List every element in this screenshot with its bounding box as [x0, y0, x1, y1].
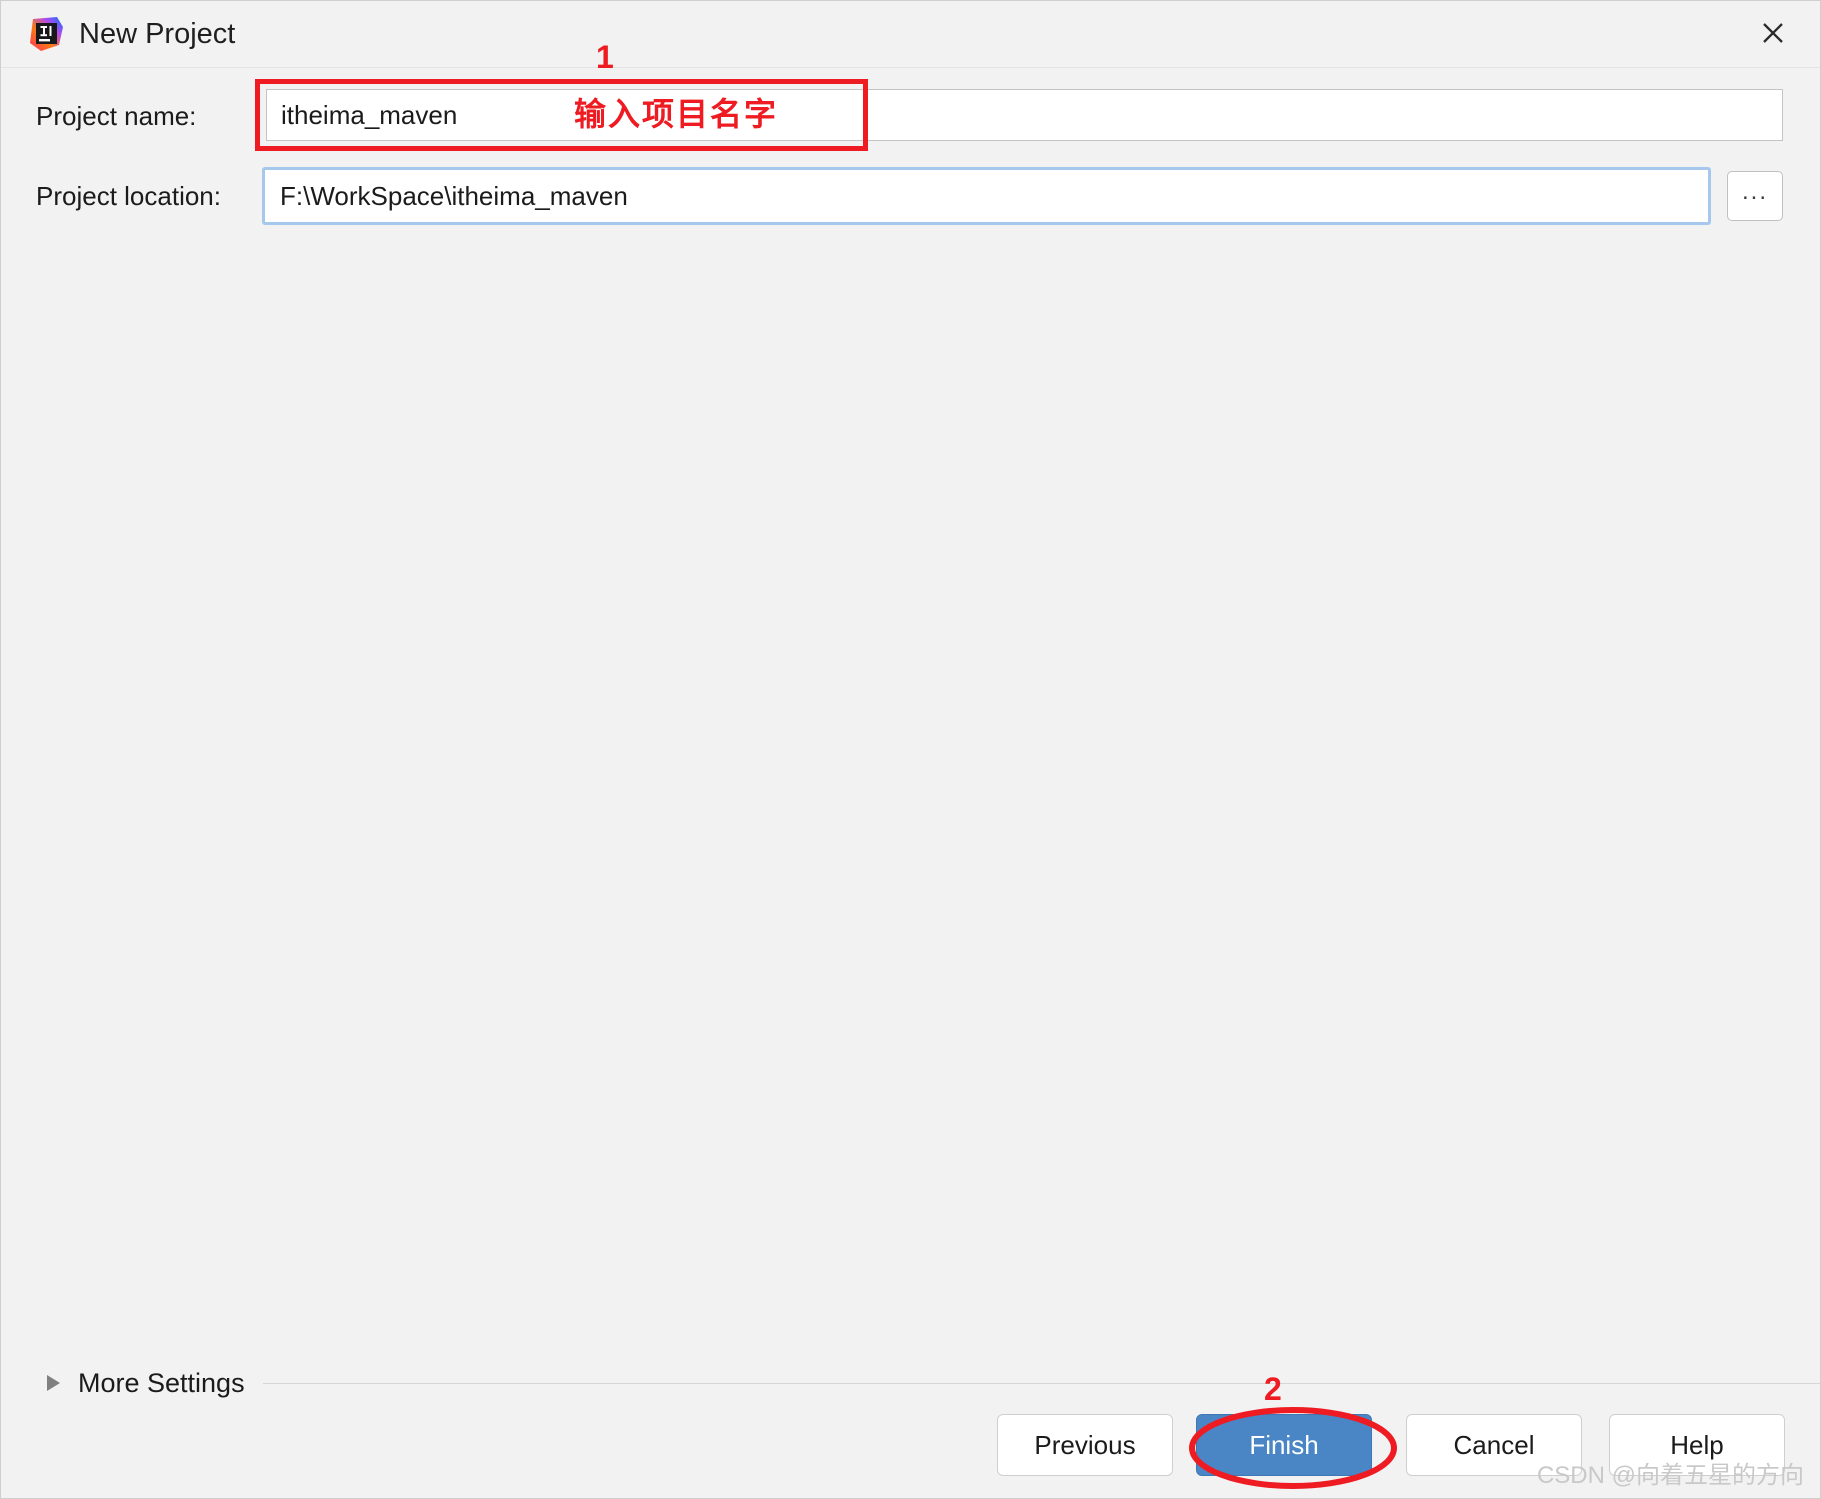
project-location-input[interactable]: F:\WorkSpace\itheima_maven [265, 170, 1708, 222]
dialog-title: New Project [79, 18, 236, 50]
browse-folder-button[interactable]: ... [1727, 171, 1783, 221]
project-name-input[interactable]: itheima_maven [266, 89, 1783, 141]
project-location-label: Project location: [36, 181, 221, 211]
intellij-idea-icon [27, 15, 65, 53]
ellipsis-icon: ... [1741, 178, 1768, 205]
annotation-step-number-1: 1 [596, 39, 614, 75]
more-settings-label[interactable]: More Settings [78, 1368, 245, 1399]
chevron-right-icon[interactable] [47, 1375, 60, 1391]
previous-button[interactable]: Previous [997, 1414, 1173, 1476]
finish-button[interactable]: Finish [1196, 1414, 1372, 1476]
annotation-step-number-2: 2 [1264, 1371, 1282, 1407]
more-settings-section[interactable]: More Settings [1, 1361, 1820, 1405]
annotation-text-enter-project-name: 输入项目名字 [574, 96, 779, 132]
project-name-label: Project name: [36, 101, 197, 131]
help-button[interactable]: Help [1609, 1414, 1785, 1476]
dialog-footer: Previous Finish Cancel Help [1, 1414, 1820, 1498]
section-divider [262, 1382, 1820, 1384]
cancel-button[interactable]: Cancel [1406, 1414, 1582, 1476]
dialog-title-bar: New Project [1, 1, 1820, 68]
project-location-focus-ring: F:\WorkSpace\itheima_maven [262, 167, 1711, 225]
new-project-dialog: New Project Project name: itheima_maven … [0, 0, 1821, 1499]
close-icon[interactable] [1734, 1, 1812, 65]
